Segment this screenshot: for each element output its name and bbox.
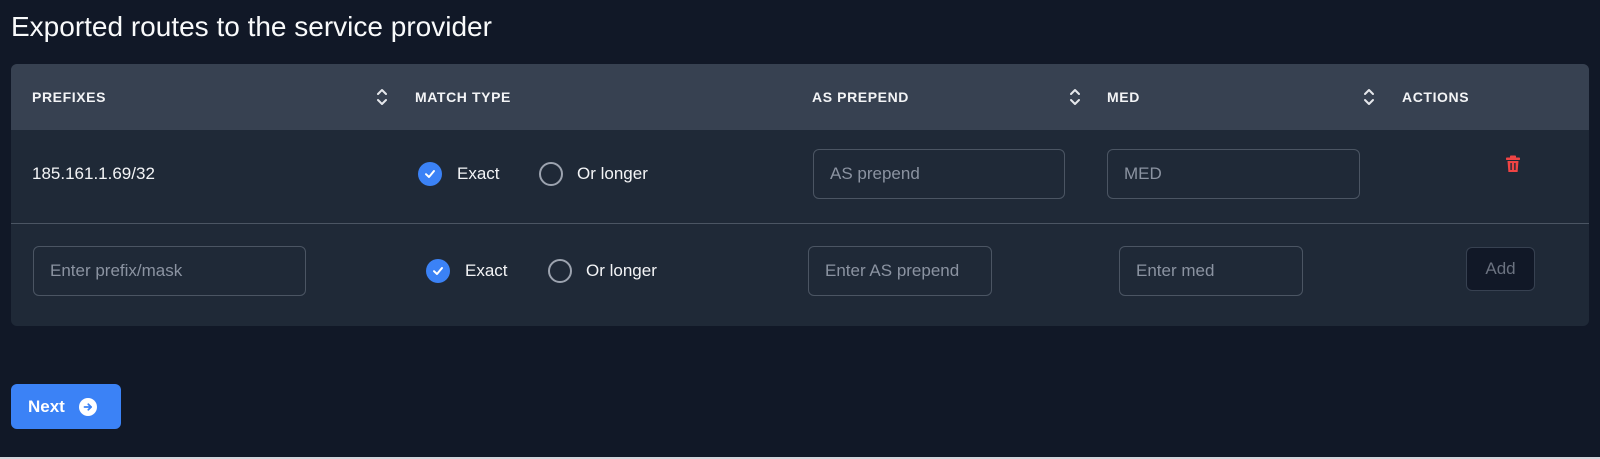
trash-icon[interactable]	[1505, 155, 1521, 173]
column-header-prefixes[interactable]: PREFIXES	[32, 64, 106, 130]
radio-label-or-longer: Or longer	[577, 164, 648, 183]
med-input[interactable]	[1107, 149, 1360, 199]
next-button[interactable]: Next	[11, 384, 121, 429]
prefix-value: 185.161.1.69/32	[32, 164, 155, 183]
as-prepend-input[interactable]	[813, 149, 1065, 199]
radio-label-exact: Exact	[457, 164, 500, 183]
column-header-med[interactable]: MED	[1107, 64, 1140, 130]
new-med-input[interactable]	[1119, 246, 1303, 296]
sort-icon[interactable]	[1068, 86, 1082, 108]
new-match-longer-option[interactable]: Or longer	[548, 259, 657, 283]
radio-exact-selected[interactable]	[426, 259, 450, 283]
add-button[interactable]: Add	[1466, 247, 1535, 291]
match-longer-option[interactable]: Or longer	[539, 162, 648, 186]
column-header-actions: ACTIONS	[1402, 89, 1470, 105]
radio-exact-selected[interactable]	[418, 162, 442, 186]
table-header: PREFIXES MATCH TYPE AS PREPEND MED ACTIO…	[11, 64, 1589, 130]
match-exact-option[interactable]: Exact	[418, 162, 500, 186]
column-header-as-prepend[interactable]: AS PREPEND	[812, 64, 909, 130]
radio-label-exact: Exact	[465, 261, 508, 280]
new-as-prepend-input[interactable]	[808, 246, 992, 296]
new-match-exact-option[interactable]: Exact	[426, 259, 508, 283]
next-button-label: Next	[28, 396, 65, 416]
radio-or-longer[interactable]	[548, 259, 572, 283]
row-divider	[11, 223, 1589, 224]
radio-or-longer[interactable]	[539, 162, 563, 186]
check-icon	[425, 170, 435, 178]
sort-icon[interactable]	[1362, 86, 1376, 108]
arrow-circle-right-icon	[78, 397, 97, 416]
check-icon	[433, 267, 443, 275]
radio-label-or-longer: Or longer	[586, 261, 657, 280]
page-title: Exported routes to the service provider	[11, 11, 492, 42]
column-header-match-type: MATCH TYPE	[415, 89, 511, 105]
sort-icon[interactable]	[375, 86, 389, 108]
prefix-input[interactable]	[33, 246, 306, 296]
